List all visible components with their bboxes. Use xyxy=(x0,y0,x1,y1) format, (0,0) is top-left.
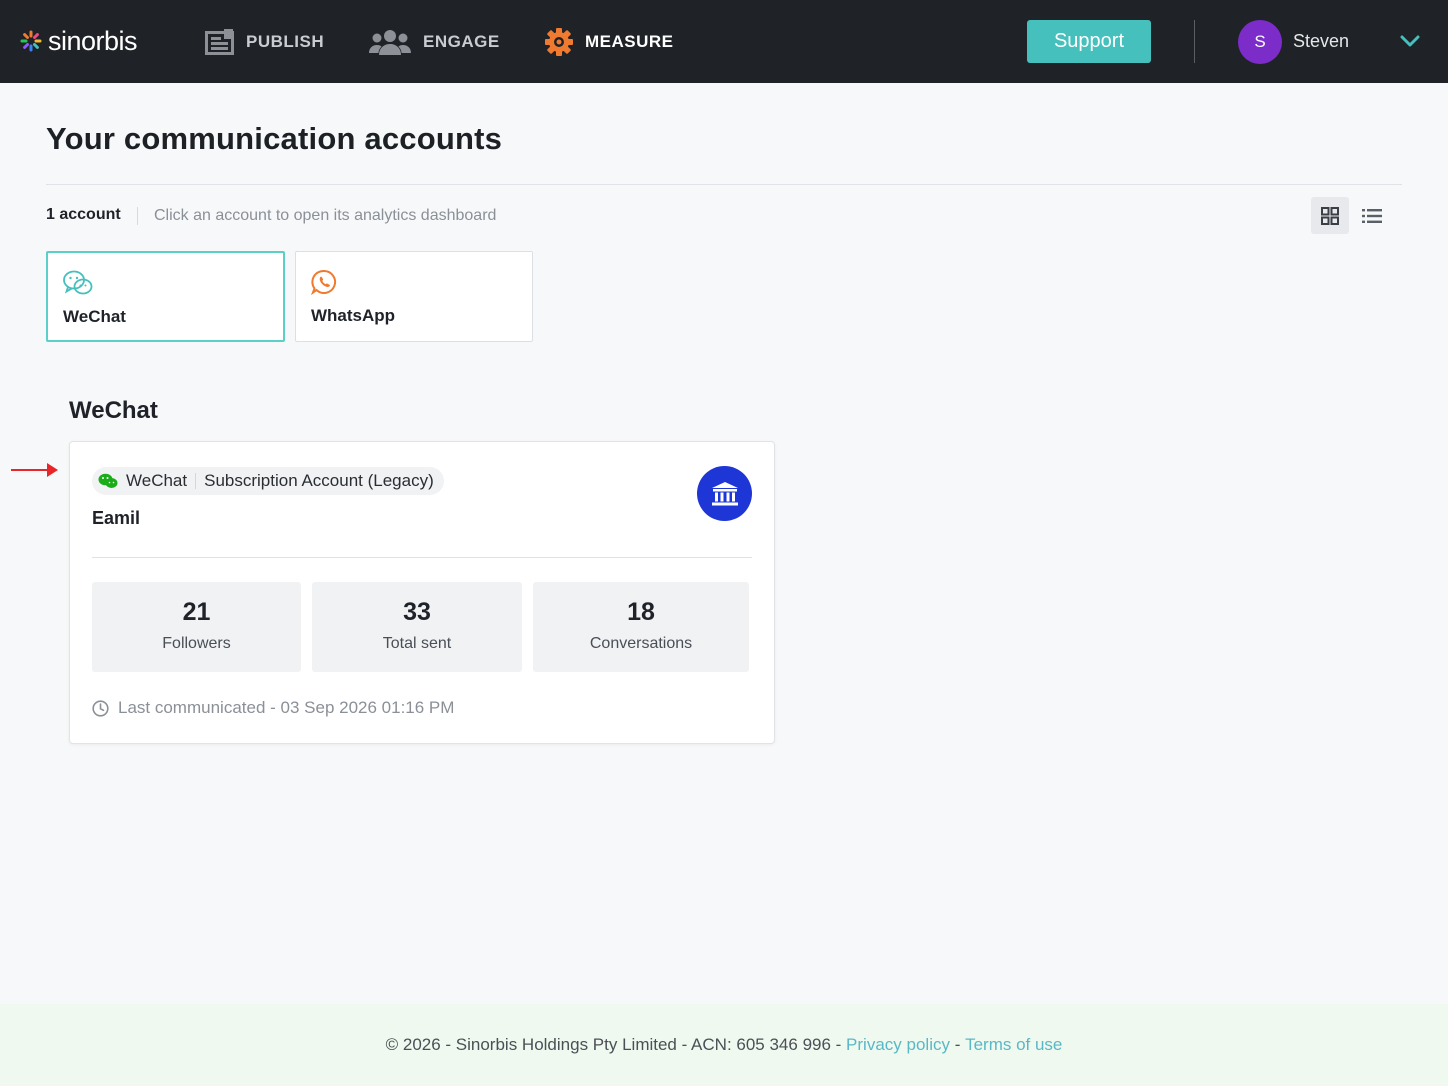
footer: © 2026 - Sinorbis Holdings Pty Limited -… xyxy=(0,1004,1448,1086)
avatar[interactable]: S xyxy=(1238,20,1282,64)
nav-publish[interactable]: PUBLISH xyxy=(205,26,324,58)
nav-publish-label: PUBLISH xyxy=(246,32,325,51)
nav-engage-label: ENGAGE xyxy=(423,32,500,51)
publish-icon xyxy=(205,29,234,55)
stat-conversations: 18 Conversations xyxy=(533,582,749,672)
account-type: Subscription Account (Legacy) xyxy=(204,471,434,490)
institution-icon xyxy=(711,481,738,505)
sinorbis-logo[interactable]: sinorbis xyxy=(20,22,138,60)
account-card[interactable]: WeChat Subscription Account (Legacy) Eam… xyxy=(69,441,775,744)
account-name: Eamil xyxy=(92,508,141,528)
stat-label: Conversations xyxy=(589,635,693,652)
footer-copyright: © 2026 - Sinorbis Holdings Pty Limited -… xyxy=(385,1035,847,1054)
count-divider xyxy=(137,207,138,225)
wechat-logo-icon xyxy=(98,473,118,488)
last-communicated-text: Last communicated - 03 Sep 2026 01:16 PM xyxy=(118,698,455,717)
sinorbis-logo-icon xyxy=(20,30,42,52)
page-title: Your communication accounts xyxy=(46,121,503,156)
arrow-right-icon xyxy=(11,463,58,477)
users-icon xyxy=(369,30,411,55)
last-communicated: Last communicated - 03 Sep 2026 01:16 PM xyxy=(92,698,454,718)
footer-separator: - xyxy=(949,1035,966,1054)
title-divider xyxy=(46,184,1402,185)
account-count: 1 account xyxy=(46,206,121,223)
stat-followers: 21 Followers xyxy=(92,582,301,672)
nav-measure-label: MEASURE xyxy=(585,32,674,51)
grid-view-button[interactable] xyxy=(1311,197,1349,234)
measure-gear-icon xyxy=(545,28,573,56)
channel-card-whatsapp[interactable]: WhatsApp xyxy=(295,251,533,342)
list-icon xyxy=(1362,208,1382,223)
account-hint: Click an account to open its analytics d… xyxy=(154,207,497,224)
nav-divider xyxy=(1194,20,1195,63)
stat-total-sent: 33 Total sent xyxy=(312,582,522,672)
brand-name: sinorbis xyxy=(48,25,138,56)
channel-label-whatsapp: WhatsApp xyxy=(311,306,396,325)
wechat-icon xyxy=(63,270,93,295)
stat-label: Total sent xyxy=(382,635,452,652)
nav-measure[interactable]: MEASURE xyxy=(545,26,674,58)
terms-of-use-link[interactable]: Terms of use xyxy=(965,1035,1062,1055)
account-platform: WeChat xyxy=(126,471,188,490)
nav-engage[interactable]: ENGAGE xyxy=(369,26,500,58)
user-name[interactable]: Steven xyxy=(1293,31,1349,52)
privacy-policy-link[interactable]: Privacy policy xyxy=(846,1035,950,1055)
clock-icon xyxy=(92,699,109,717)
grid-icon xyxy=(1321,206,1339,225)
account-platform-tag: WeChat Subscription Account (Legacy) xyxy=(92,467,444,495)
tag-divider xyxy=(195,473,197,489)
section-title-wechat: WeChat xyxy=(69,397,158,424)
channel-card-wechat[interactable]: WeChat xyxy=(46,251,285,342)
stat-value: 21 xyxy=(182,598,211,626)
stat-value: 33 xyxy=(403,598,431,626)
stat-value: 18 xyxy=(627,598,655,626)
channel-label-wechat: WeChat xyxy=(63,307,126,326)
stat-label: Followers xyxy=(162,635,231,652)
top-navigation-bar: sinorbis PUBLISH ENGAGE MEASURE Support … xyxy=(0,0,1448,83)
chevron-down-icon[interactable] xyxy=(1400,33,1420,49)
support-button[interactable]: Support xyxy=(1027,20,1151,63)
whatsapp-icon xyxy=(311,269,336,295)
card-divider xyxy=(92,557,752,558)
list-view-button[interactable] xyxy=(1353,197,1391,234)
account-avatar-badge xyxy=(697,466,752,521)
